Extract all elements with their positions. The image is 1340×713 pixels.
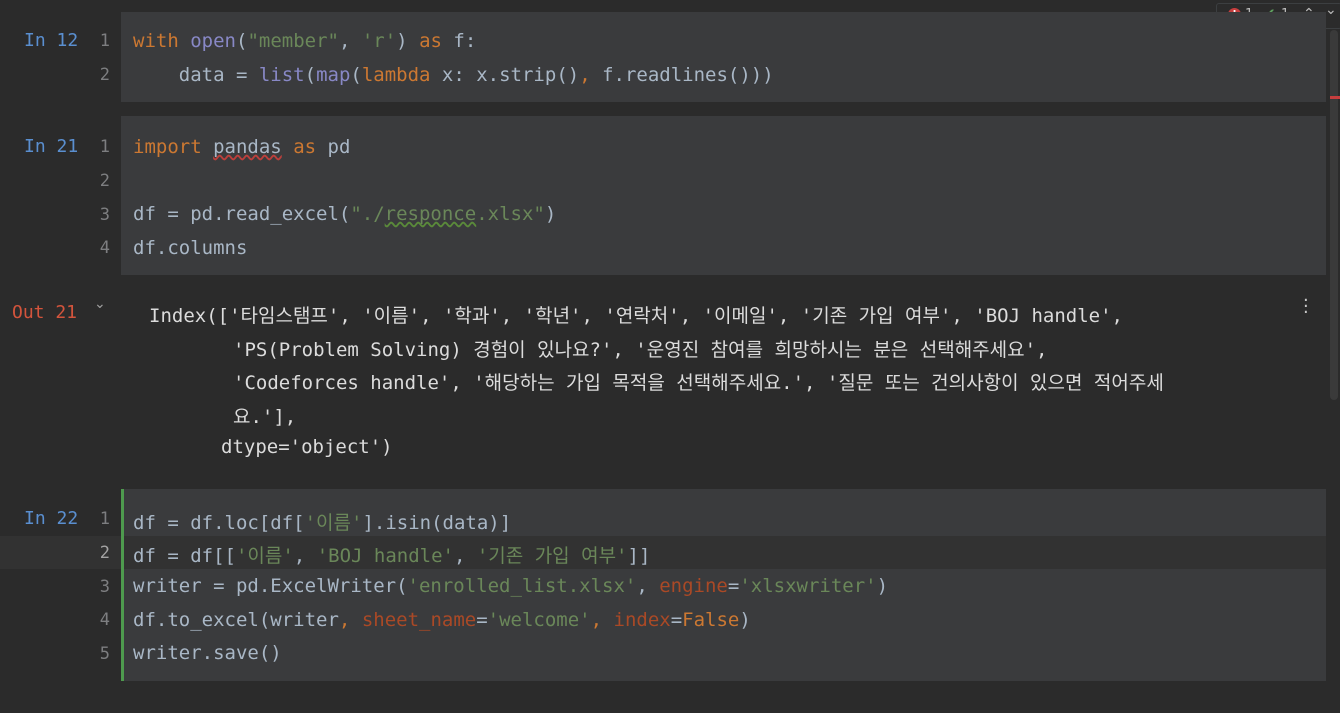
active-cell-indicator bbox=[121, 489, 124, 681]
line-number: 4 bbox=[99, 610, 110, 630]
collapse-output-chevron-icon[interactable]: ⌄ bbox=[94, 296, 106, 312]
line-number: 3 bbox=[99, 205, 110, 225]
code-line[interactable]: writer.save() bbox=[133, 642, 282, 664]
code-line[interactable]: df = df[['이름', 'BOJ handle', '기존 가입 여부']… bbox=[133, 541, 650, 568]
code-line[interactable]: with open("member", 'r') as f: bbox=[133, 30, 476, 52]
output-line: 요.'], bbox=[233, 406, 297, 428]
code-line[interactable]: df = pd.read_excel("./responce.xlsx") bbox=[133, 203, 556, 225]
code-line[interactable]: data = list(map(lambda x: x.strip(), f.r… bbox=[133, 64, 774, 86]
cell-prompt: In 21 bbox=[24, 136, 79, 157]
output-line: 'PS(Problem Solving) 경험이 있나요?', '운영진 참여를… bbox=[233, 339, 1048, 361]
code-line[interactable]: df = df.loc[df['이름'].isin(data)] bbox=[133, 508, 511, 535]
output-prompt: Out 21 bbox=[12, 302, 78, 323]
code-cell-12[interactable] bbox=[121, 12, 1326, 102]
error-stripe-marker[interactable] bbox=[1330, 96, 1340, 99]
next-highlight-button[interactable]: ⌄ bbox=[1325, 2, 1337, 18]
line-number: 5 bbox=[99, 644, 110, 664]
output-line: dtype='object') bbox=[221, 436, 393, 458]
cell-prompt: In 12 bbox=[24, 30, 79, 51]
line-number: 4 bbox=[99, 238, 110, 258]
code-line[interactable]: df.to_excel(writer, sheet_name='welcome'… bbox=[133, 609, 751, 631]
scrollbar-thumb[interactable] bbox=[1330, 30, 1338, 400]
line-number: 2 bbox=[99, 65, 110, 85]
line-number: 3 bbox=[99, 577, 110, 597]
code-line[interactable]: df.columns bbox=[133, 237, 247, 259]
output-line: 'Codeforces handle', '해당하는 가입 목적을 선택해주세요… bbox=[233, 372, 1164, 394]
line-number: 1 bbox=[99, 509, 110, 529]
output-more-icon[interactable]: · · · bbox=[1303, 292, 1309, 322]
cell-prompt: In 22 bbox=[24, 508, 79, 529]
code-line[interactable]: import pandas as pd bbox=[133, 136, 350, 158]
line-number: 1 bbox=[99, 31, 110, 51]
output-line: Index(['타임스탬프', '이름', '학과', '학년', '연락처',… bbox=[149, 305, 1123, 327]
line-number: 2 bbox=[99, 543, 110, 563]
line-number: 2 bbox=[99, 171, 110, 191]
code-line[interactable]: writer = pd.ExcelWriter('enrolled_list.x… bbox=[133, 575, 888, 597]
line-number: 1 bbox=[99, 137, 110, 157]
